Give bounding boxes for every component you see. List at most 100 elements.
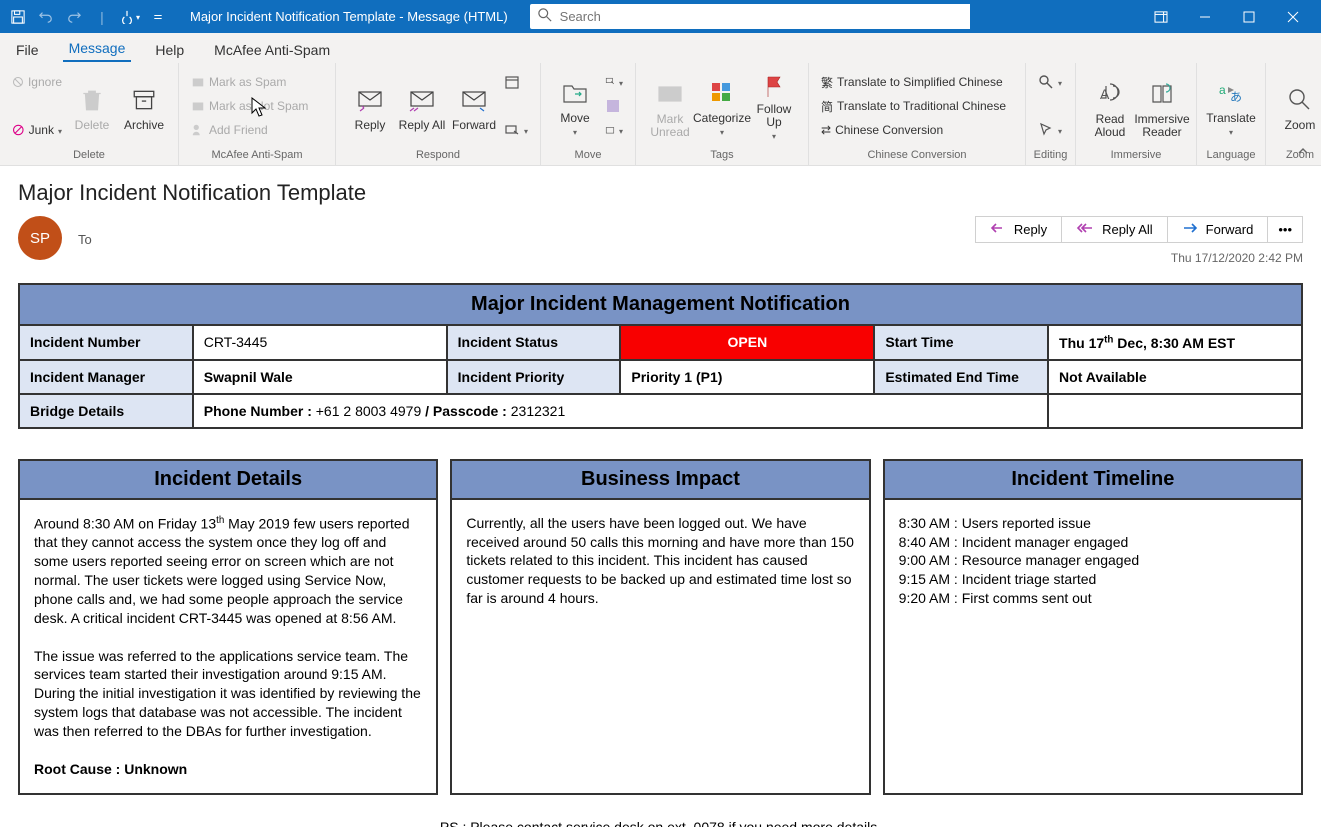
label-incident-manager: Incident Manager xyxy=(19,360,193,394)
trash-icon xyxy=(79,84,105,116)
ignore-label: Ignore xyxy=(28,75,62,89)
reply-all-icon xyxy=(408,84,436,116)
follow-up-button[interactable]: Follow Up▾ xyxy=(748,69,800,143)
categorize-icon xyxy=(710,77,734,109)
group-label-zoom: Zoom xyxy=(1266,149,1321,165)
ribbon-group-language: aあTranslate▾ Language xyxy=(1197,63,1266,165)
group-label-respond: Respond xyxy=(336,149,540,165)
chinese-conversion-button[interactable]: ⇄Chinese Conversion xyxy=(817,119,1017,141)
group-label-move: Move xyxy=(541,149,635,165)
value-bridge-blank xyxy=(1048,394,1302,428)
tab-file[interactable]: File xyxy=(10,36,45,62)
label-incident-priority: Incident Priority xyxy=(447,360,621,394)
archive-button[interactable]: Archive xyxy=(118,69,170,143)
junk-button[interactable]: Junk▾ xyxy=(8,119,66,141)
archive-icon xyxy=(131,84,157,116)
mark-unread-button[interactable]: Mark Unread xyxy=(644,69,696,143)
msg-forward-button[interactable]: Forward xyxy=(1168,216,1269,243)
ribbon-display-icon[interactable] xyxy=(1139,0,1183,33)
rules-button[interactable]: ▾ xyxy=(601,71,627,93)
ribbon-group-editing: ▾ ▾ Editing xyxy=(1026,63,1076,165)
forward-button[interactable]: Forward xyxy=(448,69,500,143)
actions-button[interactable]: ▾ xyxy=(601,119,627,141)
undo-icon[interactable] xyxy=(34,5,58,29)
timeline-item: 8:30 AM : Users reported issue xyxy=(899,514,1287,533)
msg-reply-all-button[interactable]: Reply All xyxy=(1062,216,1168,243)
window-controls xyxy=(1139,0,1315,33)
find-button[interactable]: ▾ xyxy=(1034,71,1067,93)
delete-button[interactable]: Delete xyxy=(66,69,118,143)
msg-more-actions-button[interactable]: ••• xyxy=(1268,216,1303,243)
select-button[interactable]: ▾ xyxy=(1034,119,1067,141)
minimize-icon[interactable] xyxy=(1183,0,1227,33)
save-icon[interactable] xyxy=(6,5,30,29)
body-incident-timeline: 8:30 AM : Users reported issue 8:40 AM :… xyxy=(885,500,1301,760)
message-area: Major Incident Notification Template SP … xyxy=(0,166,1321,827)
redo-icon[interactable] xyxy=(62,5,86,29)
forward-icon xyxy=(460,84,488,116)
sender-avatar[interactable]: SP xyxy=(18,216,62,260)
immersive-reader-button[interactable]: Immersive Reader xyxy=(1136,69,1188,143)
ribbon-group-move: Move▾ ▾ ▾ Move xyxy=(541,63,636,165)
collapse-ribbon-icon[interactable] xyxy=(1295,143,1311,159)
reply-icon xyxy=(356,84,384,116)
book-icon xyxy=(1150,78,1174,110)
to-label: To xyxy=(78,232,92,247)
translate-icon: 繁 xyxy=(821,74,833,91)
label-start-time: Start Time xyxy=(874,325,1048,360)
touch-mode-icon[interactable]: ▾ xyxy=(118,5,142,29)
incident-summary-table: Major Incident Management Notification I… xyxy=(18,283,1303,429)
hdr-incident-details: Incident Details xyxy=(20,461,436,500)
email-body: Major Incident Management Notification I… xyxy=(18,283,1303,827)
search-box[interactable] xyxy=(530,4,970,29)
close-icon[interactable] xyxy=(1271,0,1315,33)
translate-button[interactable]: aあTranslate▾ xyxy=(1205,69,1257,143)
reply-all-button[interactable]: Reply All xyxy=(396,69,448,143)
flag-icon xyxy=(764,73,784,100)
add-friend-button[interactable]: Add Friend xyxy=(187,119,327,141)
group-label-chinese: Chinese Conversion xyxy=(809,149,1025,165)
detail-columns: Incident Details Around 8:30 AM on Frida… xyxy=(18,459,1303,795)
msg-reply-button[interactable]: Reply xyxy=(975,216,1062,243)
reply-arrow-icon xyxy=(990,222,1006,237)
move-button[interactable]: Move▾ xyxy=(549,69,601,143)
mark-spam-button[interactable]: Mark as Spam xyxy=(187,71,327,93)
title-bar: | ▾ ⚌ Major Incident Notification Templa… xyxy=(0,0,1321,33)
ribbon-group-respond: Reply Reply All Forward ▾ Respond xyxy=(336,63,541,165)
translate-traditional-button[interactable]: 简Translate to Traditional Chinese xyxy=(817,95,1017,117)
qat-customize-icon[interactable]: ⚌ xyxy=(146,5,170,29)
mark-not-spam-button[interactable]: Mark as Not Spam xyxy=(187,95,327,117)
junk-label: Junk xyxy=(29,123,54,137)
ribbon-tabs: File Message Help McAfee Anti-Spam xyxy=(0,33,1321,63)
hdr-business-impact: Business Impact xyxy=(452,461,868,500)
col-business-impact: Business Impact Currently, all the users… xyxy=(450,459,870,795)
translate-icon: 简 xyxy=(821,98,833,115)
more-respond-button[interactable]: ▾ xyxy=(500,119,532,141)
translate-simplified-button[interactable]: 繁Translate to Simplified Chinese xyxy=(817,71,1017,93)
tab-mcafee[interactable]: McAfee Anti-Spam xyxy=(208,36,336,62)
body-incident-details: Around 8:30 AM on Friday 13th May 2019 f… xyxy=(20,500,436,793)
svg-text:あ: あ xyxy=(1230,90,1242,104)
categorize-button[interactable]: Categorize▾ xyxy=(696,69,748,143)
meeting-button[interactable] xyxy=(500,71,532,93)
read-aloud-button[interactable]: ARead Aloud xyxy=(1084,69,1136,143)
value-incident-manager: Swapnil Wale xyxy=(193,360,447,394)
translate-language-icon: aあ xyxy=(1218,77,1244,109)
ignore-button[interactable]: Ignore xyxy=(8,71,66,93)
read-aloud-icon: A xyxy=(1098,78,1122,110)
value-bridge-details: Phone Number : +61 2 8003 4979 / Passcod… xyxy=(193,394,1048,428)
maximize-icon[interactable] xyxy=(1227,0,1271,33)
tab-message[interactable]: Message xyxy=(63,34,132,62)
message-actions: Reply Reply All Forward ••• xyxy=(975,216,1303,243)
svg-text:A: A xyxy=(1100,86,1110,102)
reply-button[interactable]: Reply xyxy=(344,69,396,143)
tab-help[interactable]: Help xyxy=(149,36,190,62)
onenote-button[interactable] xyxy=(601,95,627,117)
reply-all-arrow-icon xyxy=(1076,222,1094,237)
label-bridge-details: Bridge Details xyxy=(19,394,193,428)
label-incident-number: Incident Number xyxy=(19,325,193,360)
timeline-item: 9:00 AM : Resource manager engaged xyxy=(899,551,1287,570)
window-title: Major Incident Notification Template - M… xyxy=(190,9,508,24)
zoom-button[interactable]: Zoom xyxy=(1274,69,1321,143)
search-input[interactable] xyxy=(560,4,970,29)
